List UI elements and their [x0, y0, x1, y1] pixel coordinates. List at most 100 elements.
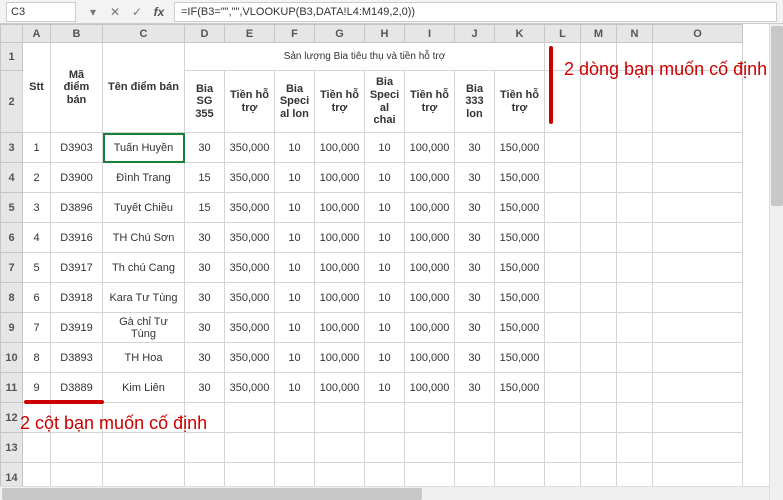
cell-C8[interactable]: Kara Tư Tùng [103, 283, 185, 313]
cell-K8[interactable]: 150,000 [495, 283, 545, 313]
row-header-3[interactable]: 3 [1, 133, 23, 163]
hdr-sub-0[interactable]: Bia SG 355 [185, 71, 225, 133]
cell-G5[interactable]: 100,000 [315, 193, 365, 223]
cell-A13[interactable] [23, 433, 51, 463]
cell-C13[interactable] [103, 433, 185, 463]
cell-A5[interactable]: 3 [23, 193, 51, 223]
cell-B9[interactable]: D3919 [51, 313, 103, 343]
cell-K4[interactable]: 150,000 [495, 163, 545, 193]
col-header-C[interactable]: C [103, 25, 185, 43]
cell-E3[interactable]: 350,000 [225, 133, 275, 163]
row-header-6[interactable]: 6 [1, 223, 23, 253]
cell-H8[interactable]: 10 [365, 283, 405, 313]
cell-L1[interactable] [545, 43, 581, 71]
cell-G6[interactable]: 100,000 [315, 223, 365, 253]
cell-E10[interactable]: 350,000 [225, 343, 275, 373]
cell-J10[interactable]: 30 [455, 343, 495, 373]
hdr-sub-2[interactable]: Bia Speci al lon [275, 71, 315, 133]
cell-K12[interactable] [495, 403, 545, 433]
cell-H6[interactable]: 10 [365, 223, 405, 253]
cell-A9[interactable]: 7 [23, 313, 51, 343]
cell-H3[interactable]: 10 [365, 133, 405, 163]
cell-D6[interactable]: 30 [185, 223, 225, 253]
cell-O9[interactable] [653, 313, 743, 343]
cell-C6[interactable]: TH Chú Sơn [103, 223, 185, 253]
cell-I8[interactable]: 100,000 [405, 283, 455, 313]
vertical-scrollbar[interactable] [769, 24, 783, 500]
col-header-J[interactable]: J [455, 25, 495, 43]
cell-E9[interactable]: 350,000 [225, 313, 275, 343]
cell-O7[interactable] [653, 253, 743, 283]
cell-J12[interactable] [455, 403, 495, 433]
cell-I4[interactable]: 100,000 [405, 163, 455, 193]
cell-I9[interactable]: 100,000 [405, 313, 455, 343]
cell-B7[interactable]: D3917 [51, 253, 103, 283]
cell-K5[interactable]: 150,000 [495, 193, 545, 223]
cell-O4[interactable] [653, 163, 743, 193]
cell-A3[interactable]: 1 [23, 133, 51, 163]
cell-M7[interactable] [581, 253, 617, 283]
cell-O12[interactable] [653, 403, 743, 433]
cell-B3[interactable]: D3903 [51, 133, 103, 163]
cell-E5[interactable]: 350,000 [225, 193, 275, 223]
hdr-sub-6[interactable]: Bia 333 lon [455, 71, 495, 133]
vertical-scroll-thumb[interactable] [771, 26, 783, 206]
cell-N9[interactable] [617, 313, 653, 343]
cell-I5[interactable]: 100,000 [405, 193, 455, 223]
cell-F11[interactable]: 10 [275, 373, 315, 403]
formula-input[interactable]: =IF(B3="","",VLOOKUP(B3,DATA!L4:M149,2,0… [174, 2, 777, 22]
cell-E11[interactable]: 350,000 [225, 373, 275, 403]
cell-G10[interactable]: 100,000 [315, 343, 365, 373]
cell-M5[interactable] [581, 193, 617, 223]
cell-D3[interactable]: 30 [185, 133, 225, 163]
cell-C10[interactable]: TH Hoa [103, 343, 185, 373]
cell-C12[interactable] [103, 403, 185, 433]
row-header-9[interactable]: 9 [1, 313, 23, 343]
row-header-12[interactable]: 12 [1, 403, 23, 433]
hdr-ma[interactable]: Mã điểm bán [51, 43, 103, 133]
cell-O8[interactable] [653, 283, 743, 313]
row-header-4[interactable]: 4 [1, 163, 23, 193]
enter-icon[interactable]: ✓ [126, 1, 148, 23]
col-header-O[interactable]: O [653, 25, 743, 43]
cell-B13[interactable] [51, 433, 103, 463]
cell-B12[interactable] [51, 403, 103, 433]
cell-B11[interactable]: D3889 [51, 373, 103, 403]
cell-I6[interactable]: 100,000 [405, 223, 455, 253]
cell-M11[interactable] [581, 373, 617, 403]
cell-M10[interactable] [581, 343, 617, 373]
cell-M8[interactable] [581, 283, 617, 313]
cell-G4[interactable]: 100,000 [315, 163, 365, 193]
cell-N3[interactable] [617, 133, 653, 163]
row-header-8[interactable]: 8 [1, 283, 23, 313]
col-header-A[interactable]: A [23, 25, 51, 43]
cell-I3[interactable]: 100,000 [405, 133, 455, 163]
cell-O11[interactable] [653, 373, 743, 403]
cell-F12[interactable] [275, 403, 315, 433]
cell-K3[interactable]: 150,000 [495, 133, 545, 163]
cell-H11[interactable]: 10 [365, 373, 405, 403]
cell-M3[interactable] [581, 133, 617, 163]
cell-F9[interactable]: 10 [275, 313, 315, 343]
cell-D9[interactable]: 30 [185, 313, 225, 343]
cell-C9[interactable]: Gà chỉ Tư Tùng [103, 313, 185, 343]
cell-D12[interactable] [185, 403, 225, 433]
cell-L3[interactable] [545, 133, 581, 163]
cell-G3[interactable]: 100,000 [315, 133, 365, 163]
cell-M9[interactable] [581, 313, 617, 343]
cell-L6[interactable] [545, 223, 581, 253]
col-header-K[interactable]: K [495, 25, 545, 43]
cell-G9[interactable]: 100,000 [315, 313, 365, 343]
cell-L8[interactable] [545, 283, 581, 313]
horizontal-scroll-thumb[interactable] [2, 488, 422, 500]
cell-M12[interactable] [581, 403, 617, 433]
cell-I7[interactable]: 100,000 [405, 253, 455, 283]
cell-E4[interactable]: 350,000 [225, 163, 275, 193]
cell-B10[interactable]: D3893 [51, 343, 103, 373]
cell-N4[interactable] [617, 163, 653, 193]
cell-B5[interactable]: D3896 [51, 193, 103, 223]
cell-D13[interactable] [185, 433, 225, 463]
cell-B8[interactable]: D3918 [51, 283, 103, 313]
name-box-dropdown-icon[interactable]: ▾ [82, 1, 104, 23]
cell-G8[interactable]: 100,000 [315, 283, 365, 313]
